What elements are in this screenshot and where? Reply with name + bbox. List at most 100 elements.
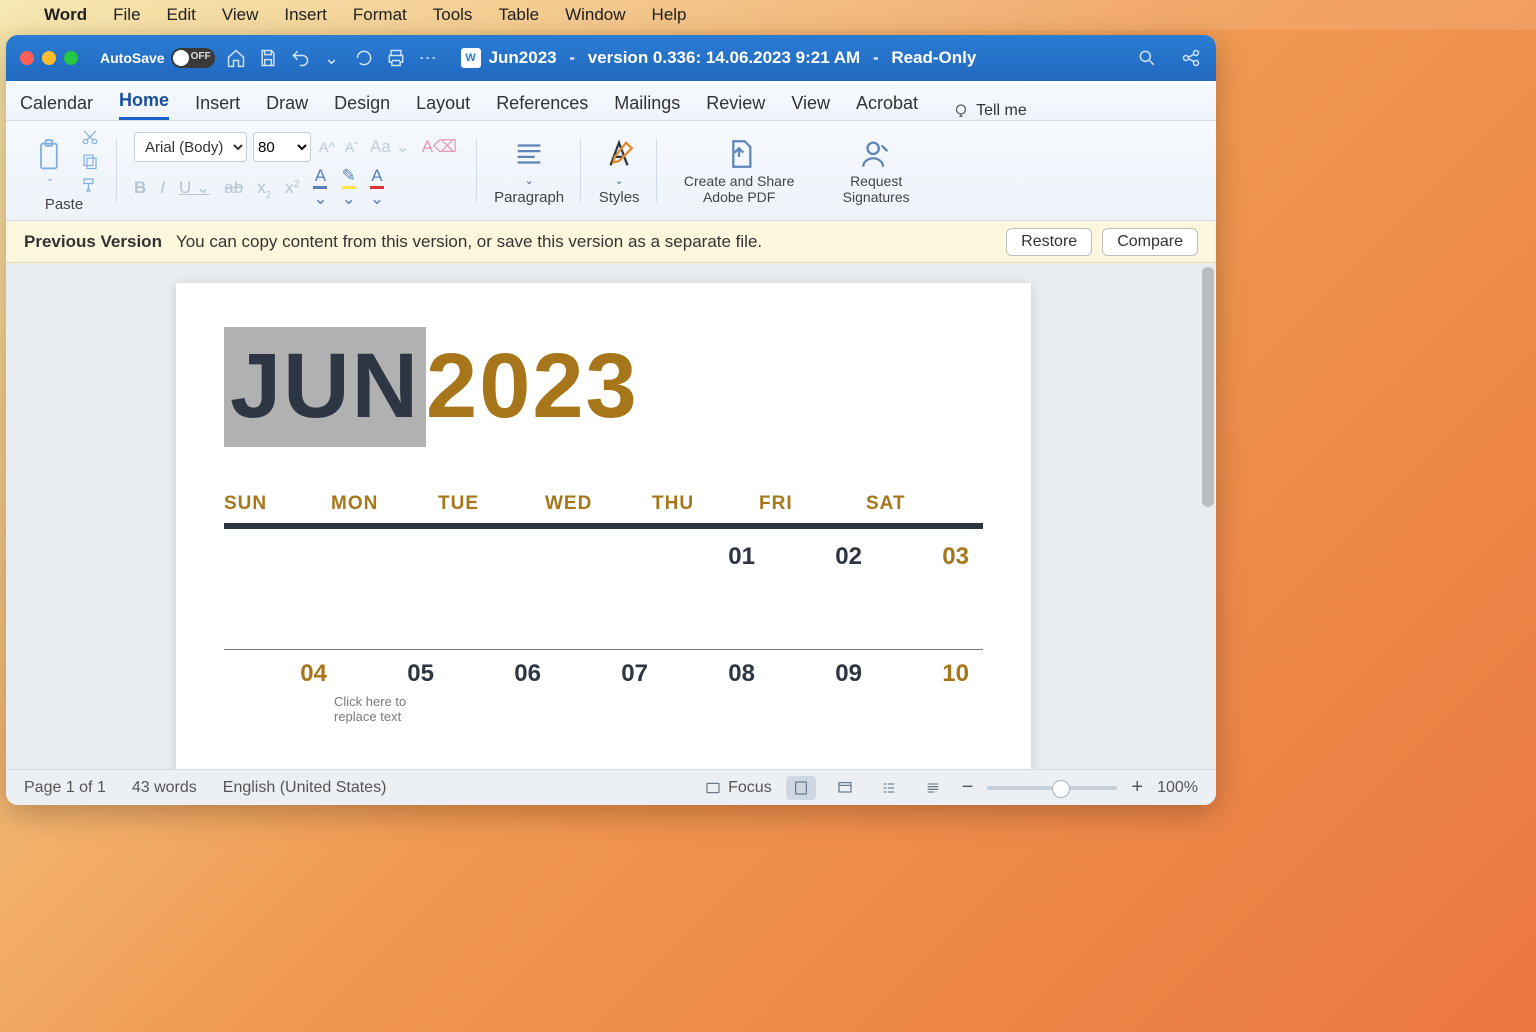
- cell-06[interactable]: 06: [438, 660, 545, 688]
- word-doc-icon: W: [461, 48, 481, 68]
- day-sun: SUN: [224, 493, 331, 515]
- redo-icon[interactable]: [353, 47, 375, 69]
- paste-button[interactable]: ⌄: [28, 131, 72, 191]
- change-case-icon[interactable]: Aa ⌄: [367, 137, 413, 157]
- outline-view[interactable]: [874, 776, 904, 800]
- zoom-in[interactable]: +: [1131, 776, 1143, 799]
- vertical-scrollbar[interactable]: [1202, 267, 1214, 507]
- autosave-toggle[interactable]: AutoSave OFF: [100, 48, 215, 68]
- strike-button[interactable]: ab: [224, 178, 243, 198]
- menu-file[interactable]: File: [113, 5, 140, 25]
- draft-view[interactable]: [918, 776, 948, 800]
- zoom-level[interactable]: 100%: [1157, 779, 1198, 797]
- tab-design[interactable]: Design: [334, 93, 390, 120]
- web-layout-view[interactable]: [830, 776, 860, 800]
- menu-table[interactable]: Table: [498, 5, 539, 25]
- zoom-slider[interactable]: [987, 786, 1117, 790]
- undo-icon[interactable]: [289, 47, 311, 69]
- request-signatures-button[interactable]: Request Signatures: [826, 136, 926, 205]
- minimize-button[interactable]: [42, 51, 56, 65]
- more-icon[interactable]: ⋯: [417, 47, 439, 69]
- close-button[interactable]: [20, 51, 34, 65]
- tab-insert[interactable]: Insert: [195, 93, 240, 120]
- italic-button[interactable]: I: [160, 178, 165, 198]
- cell-08[interactable]: 08: [652, 660, 759, 688]
- cell-05[interactable]: 05: [331, 660, 438, 688]
- styles-button[interactable]: ⌄: [598, 136, 640, 187]
- cell-03[interactable]: 03: [866, 543, 973, 571]
- day-thu: THU: [652, 493, 759, 515]
- copy-icon[interactable]: [80, 152, 100, 170]
- zoom-out[interactable]: −: [962, 776, 974, 799]
- tab-calendar[interactable]: Calendar: [20, 93, 93, 120]
- document-area[interactable]: JUN 2023 SUN MON TUE WED THU FRI SAT 01 …: [6, 263, 1216, 769]
- zoom-button[interactable]: [64, 51, 78, 65]
- search-icon[interactable]: [1136, 47, 1158, 69]
- ribbon: ⌄ Paste Arial (Body) 80 A^ Aˇ Aa ⌄ A⌫ B: [6, 121, 1216, 221]
- document-title: W Jun2023 - version 0.336: 14.06.2023 9:…: [461, 48, 977, 68]
- tab-mailings[interactable]: Mailings: [614, 93, 680, 120]
- week-2: 04 05 06 07 08 09 10: [224, 660, 983, 688]
- paragraph-button[interactable]: ⌄: [508, 136, 550, 187]
- tab-draw[interactable]: Draw: [266, 93, 308, 120]
- font-name-select[interactable]: Arial (Body): [134, 132, 247, 162]
- cell-07[interactable]: 07: [545, 660, 652, 688]
- increase-font-icon[interactable]: A^: [317, 139, 337, 155]
- tab-references[interactable]: References: [496, 93, 588, 120]
- font-color-icon[interactable]: A ⌄: [370, 166, 384, 209]
- styles-group: ⌄ Styles: [588, 125, 650, 216]
- app-menu[interactable]: Word: [44, 5, 87, 25]
- tab-acrobat[interactable]: Acrobat: [856, 93, 918, 120]
- cell-02[interactable]: 02: [759, 543, 866, 571]
- menu-view[interactable]: View: [222, 5, 259, 25]
- day-sat: SAT: [866, 493, 973, 515]
- underline-button[interactable]: U ⌄: [179, 178, 210, 198]
- restore-button[interactable]: Restore: [1006, 228, 1092, 256]
- tab-view[interactable]: View: [791, 93, 830, 120]
- calendar-month[interactable]: JUN: [224, 327, 426, 447]
- menu-window[interactable]: Window: [565, 5, 625, 25]
- menu-edit[interactable]: Edit: [167, 5, 196, 25]
- calendar-year[interactable]: 2023: [426, 327, 639, 447]
- tell-me[interactable]: Tell me: [952, 102, 1027, 120]
- home-icon[interactable]: [225, 47, 247, 69]
- menu-help[interactable]: Help: [652, 5, 687, 25]
- highlight-icon[interactable]: ✎ ⌄: [342, 166, 356, 209]
- language[interactable]: English (United States): [223, 779, 387, 797]
- focus-mode[interactable]: Focus: [704, 779, 772, 797]
- cell-04[interactable]: 04: [224, 660, 331, 688]
- compare-button[interactable]: Compare: [1102, 228, 1198, 256]
- undo-dropdown[interactable]: ⌄: [321, 47, 343, 69]
- cell-01[interactable]: 01: [652, 543, 759, 571]
- word-count[interactable]: 43 words: [132, 779, 197, 797]
- menu-tools[interactable]: Tools: [433, 5, 473, 25]
- page[interactable]: JUN 2023 SUN MON TUE WED THU FRI SAT 01 …: [176, 283, 1031, 769]
- menu-format[interactable]: Format: [353, 5, 407, 25]
- tab-home[interactable]: Home: [119, 90, 169, 120]
- bold-button[interactable]: B: [134, 178, 146, 198]
- share-icon[interactable]: [1180, 47, 1202, 69]
- status-bar: Page 1 of 1 43 words English (United Sta…: [6, 769, 1216, 805]
- autosave-switch[interactable]: OFF: [171, 48, 215, 68]
- subscript-button[interactable]: x: [257, 178, 271, 198]
- save-icon[interactable]: [257, 47, 279, 69]
- calendar-title: JUN 2023: [224, 327, 983, 447]
- create-share-pdf-button[interactable]: Create and Share Adobe PDF: [674, 136, 804, 205]
- superscript-button[interactable]: x: [285, 178, 299, 198]
- page-count[interactable]: Page 1 of 1: [24, 779, 106, 797]
- day-mon: MON: [331, 493, 438, 515]
- decrease-font-icon[interactable]: Aˇ: [343, 139, 361, 155]
- text-effects-icon[interactable]: A ⌄: [313, 166, 327, 209]
- tab-layout[interactable]: Layout: [416, 93, 470, 120]
- cell-09[interactable]: 09: [759, 660, 866, 688]
- font-size-select[interactable]: 80: [253, 132, 311, 162]
- menu-insert[interactable]: Insert: [284, 5, 327, 25]
- format-painter-icon[interactable]: [80, 176, 100, 194]
- tab-review[interactable]: Review: [706, 93, 765, 120]
- cell-10[interactable]: 10: [866, 660, 973, 688]
- print-layout-view[interactable]: [786, 776, 816, 800]
- clear-format-icon[interactable]: A⌫: [419, 137, 460, 157]
- cut-icon[interactable]: [80, 128, 100, 146]
- placeholder-text[interactable]: Click here to replace text: [334, 694, 434, 724]
- print-icon[interactable]: [385, 47, 407, 69]
